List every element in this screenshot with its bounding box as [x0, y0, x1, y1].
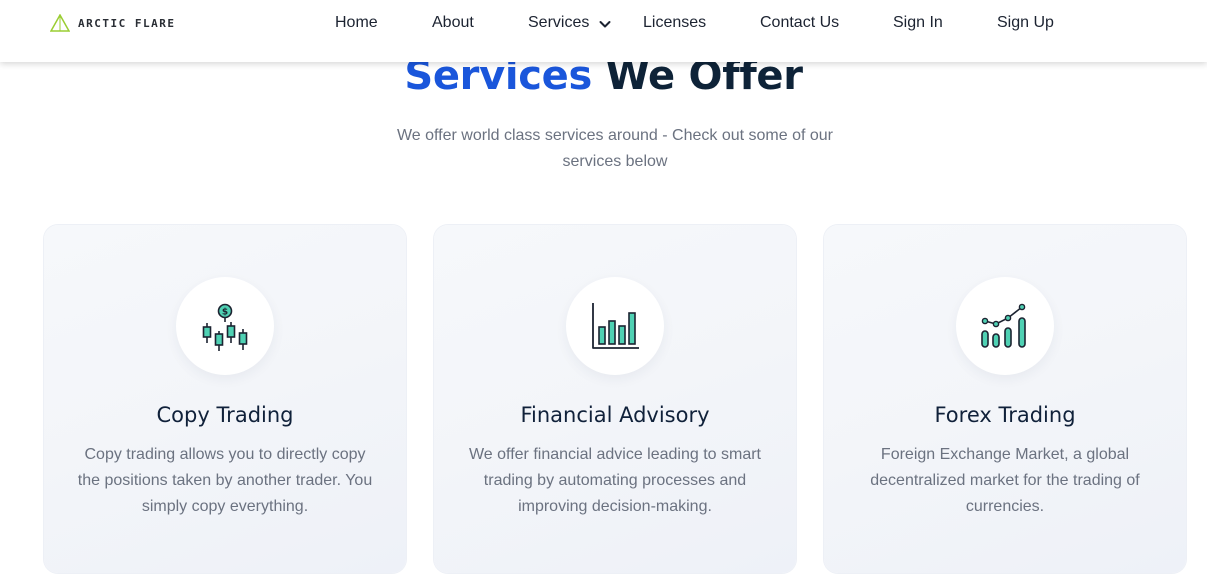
icon-circle — [566, 277, 664, 375]
card-title: Copy Trading — [156, 403, 294, 427]
nav-services-label: Services — [528, 14, 590, 31]
service-card-financial-advisory[interactable]: Financial Advisory We offer financial ad… — [434, 225, 796, 573]
card-description: Foreign Exchange Market, a global decent… — [870, 446, 1140, 515]
nav-home[interactable]: Home — [335, 13, 378, 33]
nav-services[interactable]: Services — [528, 13, 612, 33]
nav-sign-in[interactable]: Sign In — [893, 13, 943, 33]
growth-chart-icon — [981, 303, 1026, 348]
logo-triangle-icon — [50, 14, 70, 32]
service-card-forex-trading[interactable]: Forex Trading Foreign Exchange Market, a… — [824, 225, 1186, 573]
icon-circle: $ — [176, 277, 274, 375]
chevron-down-icon — [599, 21, 611, 28]
service-card-copy-trading[interactable]: $ Copy Trading Copy trading allows you t… — [44, 225, 406, 573]
nav-about[interactable]: About — [432, 13, 474, 33]
card-title: Financial Advisory — [520, 403, 710, 427]
nav-sign-up[interactable]: Sign Up — [997, 13, 1054, 33]
navbar: ARCTIC FLARE Home About Services License… — [0, 0, 1207, 62]
card-description: We offer financial advice leading to sma… — [468, 446, 761, 515]
section-subtitle: We offer world class services around - C… — [396, 127, 834, 170]
logo[interactable]: ARCTIC FLARE — [50, 13, 175, 33]
bar-chart-icon — [592, 303, 639, 349]
candlestick-chart-icon: $ — [202, 303, 248, 351]
nav-contact-us[interactable]: Contact Us — [760, 13, 839, 33]
icon-circle — [956, 277, 1054, 375]
card-title: Forex Trading — [934, 403, 1076, 427]
card-description: Copy trading allows you to directly copy… — [77, 446, 373, 515]
logo-text: ARCTIC FLARE — [78, 16, 176, 30]
svg-text:$: $ — [222, 308, 228, 318]
nav-licenses[interactable]: Licenses — [643, 13, 706, 33]
